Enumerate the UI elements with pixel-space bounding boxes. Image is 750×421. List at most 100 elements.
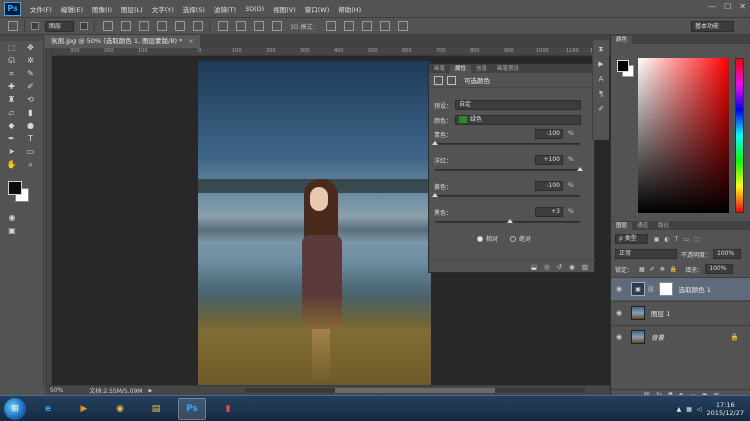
hue-slider[interactable] [735, 58, 744, 213]
auto-select-checkbox[interactable] [31, 22, 39, 30]
tab-properties[interactable]: 属性 [450, 65, 472, 73]
colors-select[interactable]: 绿色 [455, 115, 581, 125]
slider-track[interactable] [435, 167, 583, 171]
eye-toggle-icon[interactable]: ◎ [544, 263, 550, 271]
vertical-ruler[interactable] [45, 48, 52, 385]
marquee-tool-icon[interactable]: ⬚ [5, 42, 18, 53]
adjustment-filter-icon[interactable]: ◐ [664, 236, 669, 243]
slider-value-input[interactable]: -100 [535, 129, 563, 139]
type-tool-icon[interactable]: T [24, 133, 37, 144]
close-tab-icon[interactable]: × [188, 37, 193, 45]
align-top-icon[interactable] [103, 21, 114, 31]
status-menu-arrow-icon[interactable]: ▶ [148, 388, 152, 394]
slider-track[interactable] [435, 219, 580, 223]
menu-3d[interactable]: 3D(D) [245, 5, 264, 13]
magic-wand-tool-icon[interactable]: ✲ [24, 55, 37, 66]
actions-icon[interactable]: ▶ [593, 58, 609, 70]
character-icon[interactable]: A [593, 73, 609, 85]
align-middle-icon[interactable] [121, 21, 132, 31]
slider-track[interactable] [432, 141, 580, 145]
eraser-tool-icon[interactable]: ▱ [5, 107, 18, 118]
rectangle-tool-icon[interactable]: ▭ [24, 146, 37, 157]
quick-mask-icon[interactable]: ◉ [5, 212, 19, 223]
blend-mode-select[interactable]: 正常 [615, 249, 677, 259]
radio-absolute[interactable] [510, 235, 517, 242]
layer-row-layer1[interactable]: ◉ 图层 1 [611, 301, 750, 324]
radio-relative[interactable] [477, 235, 483, 242]
menu-view[interactable]: 视图(V) [273, 4, 296, 14]
menu-image[interactable]: 图像(I) [92, 4, 112, 14]
close-button[interactable]: ✕ [739, 2, 746, 11]
slider-thumb[interactable] [432, 193, 438, 197]
document-tab[interactable]: 氛围.jpg @ 50% (选取颜色 1, 图层蒙版/8) * × [45, 35, 200, 48]
align-bottom-icon[interactable] [139, 21, 150, 31]
lock-position-icon[interactable]: ✥ [660, 266, 665, 273]
tab-color[interactable]: 颜色 [611, 36, 633, 44]
menu-edit[interactable]: 编辑(E) [61, 4, 83, 14]
tab-layers[interactable]: 图层 [611, 222, 633, 230]
3d-drag-icon[interactable] [362, 21, 373, 31]
menu-type[interactable]: 文字(Y) [152, 4, 174, 14]
slider-thumb[interactable] [577, 167, 583, 171]
start-button[interactable]: ⊞ [4, 397, 26, 420]
mask-link-icon[interactable]: ⛓ [647, 286, 655, 293]
lock-pixels-icon[interactable]: ✐ [650, 266, 655, 273]
slider-track[interactable] [432, 193, 580, 197]
app-taskbar-icon[interactable]: ▮ [214, 398, 242, 420]
gradient-tool-icon[interactable]: ▮ [24, 107, 37, 118]
horizontal-ruler[interactable]: 300 200 100 0 100 200 300 400 500 600 70… [52, 48, 610, 56]
media-player-icon[interactable]: ▶ [70, 398, 98, 420]
align-right-icon[interactable] [193, 21, 204, 31]
slider-value-input[interactable]: +100 [535, 155, 563, 165]
type-filter-icon[interactable]: T [675, 236, 679, 243]
move-tool-icon[interactable]: ✥ [24, 42, 37, 53]
layer-kind-filter[interactable]: ρ 类型 [615, 234, 648, 244]
brush-tool-icon[interactable]: ✐ [24, 81, 37, 92]
slider-value-input[interactable]: +3 [535, 207, 563, 217]
history-icon[interactable]: ⧗ [593, 43, 609, 55]
eyedropper-tool-icon[interactable]: ✎ [24, 68, 37, 79]
blur-tool-icon[interactable]: ◆ [5, 120, 18, 131]
minimize-button[interactable]: — [708, 2, 716, 11]
tab-paths[interactable]: 路径 [653, 222, 674, 230]
history-brush-tool-icon[interactable]: ⟲ [24, 94, 37, 105]
distribute-icon[interactable] [236, 21, 247, 31]
clock[interactable]: 17:16 2015/12/27 [707, 401, 744, 417]
screen-mode-icon[interactable]: ▣ [5, 225, 19, 236]
move-tool-icon[interactable] [8, 21, 18, 31]
healing-brush-tool-icon[interactable]: ✚ [5, 81, 18, 92]
path-selection-tool-icon[interactable]: ➤ [5, 146, 18, 157]
tab-channels[interactable]: 通道 [632, 222, 653, 230]
distribute-icon[interactable] [254, 21, 265, 31]
transform-controls-checkbox[interactable] [80, 22, 89, 30]
dodge-tool-icon[interactable]: ● [24, 120, 37, 131]
visibility-icon[interactable]: ◉ [569, 263, 575, 271]
3d-scale-icon[interactable] [398, 21, 409, 31]
preset-select[interactable]: 自定 [455, 100, 581, 110]
paragraph-icon[interactable]: ¶ [593, 88, 609, 100]
pixel-filter-icon[interactable]: ▣ [654, 236, 660, 243]
brush-panel-icon[interactable]: ✐ [593, 103, 609, 115]
zoom-level[interactable]: 50% [50, 387, 63, 394]
reset-icon[interactable]: ↺ [557, 263, 562, 271]
tab-brush-presets[interactable]: 画笔预设 [492, 65, 524, 73]
visibility-eye-icon[interactable]: ◉ [613, 285, 625, 293]
zoom-tool-icon[interactable]: ⌕ [24, 159, 37, 170]
hand-tool-icon[interactable]: ✋ [5, 159, 18, 170]
layer-row-selective-color[interactable]: ◉ ▣ ⛓ 选取颜色 1 [611, 277, 750, 300]
chrome-icon[interactable]: ◉ [106, 398, 134, 420]
3d-roll-icon[interactable] [344, 21, 355, 31]
layer-mask-thumbnail[interactable] [658, 282, 673, 296]
fill-input[interactable]: 100% [705, 264, 734, 274]
visibility-eye-icon[interactable]: ◉ [613, 333, 625, 341]
tab-brush[interactable]: 画笔 [429, 65, 450, 73]
clone-stamp-tool-icon[interactable]: ♜ [5, 94, 18, 105]
distribute-icon[interactable] [218, 21, 229, 31]
smart-filter-icon[interactable]: ⬚ [694, 236, 700, 243]
shape-filter-icon[interactable]: ▭ [683, 236, 689, 243]
workspace-select[interactable]: 基本功能 [690, 20, 734, 32]
foreground-color-swatch[interactable] [617, 60, 629, 72]
crop-tool-icon[interactable]: ⌗ [5, 68, 18, 79]
trash-icon[interactable]: ▥ [582, 263, 588, 271]
document-image[interactable] [198, 61, 431, 385]
